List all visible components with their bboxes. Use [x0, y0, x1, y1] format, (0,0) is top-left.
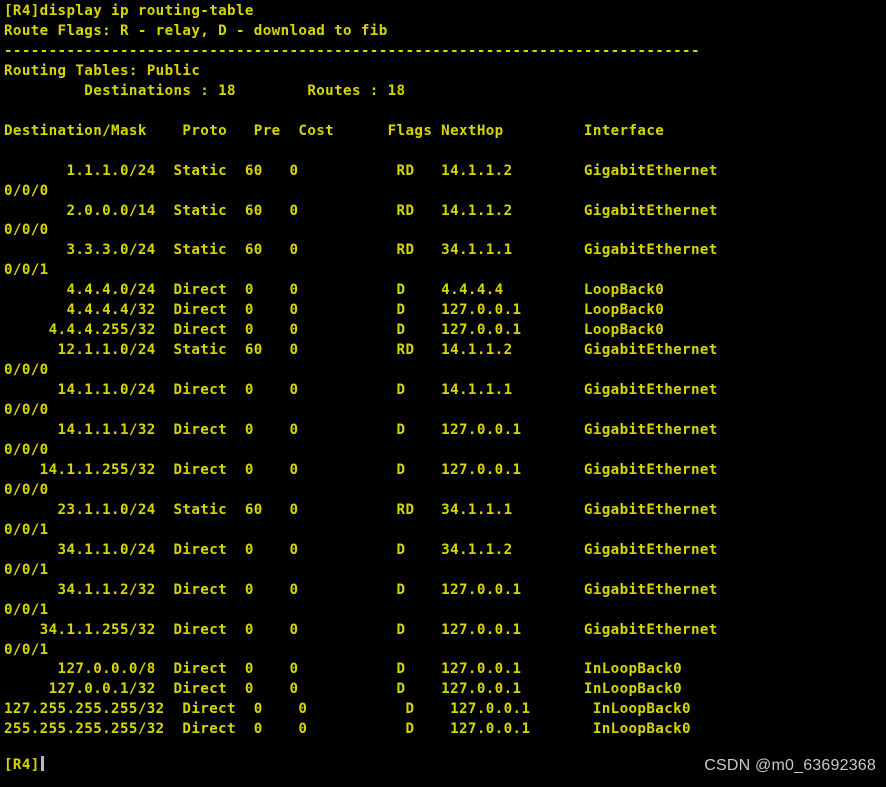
- prompt-label: [R4]: [4, 757, 40, 773]
- csdn-watermark: CSDN @m0_63692368: [704, 757, 876, 774]
- terminal-output: [R4]display ip routing-table Route Flags…: [4, 3, 718, 738]
- terminal-window[interactable]: [R4]display ip routing-table Route Flags…: [0, 0, 886, 787]
- terminal-prompt-line[interactable]: [R4]: [4, 756, 44, 776]
- text-cursor: [40, 756, 44, 771]
